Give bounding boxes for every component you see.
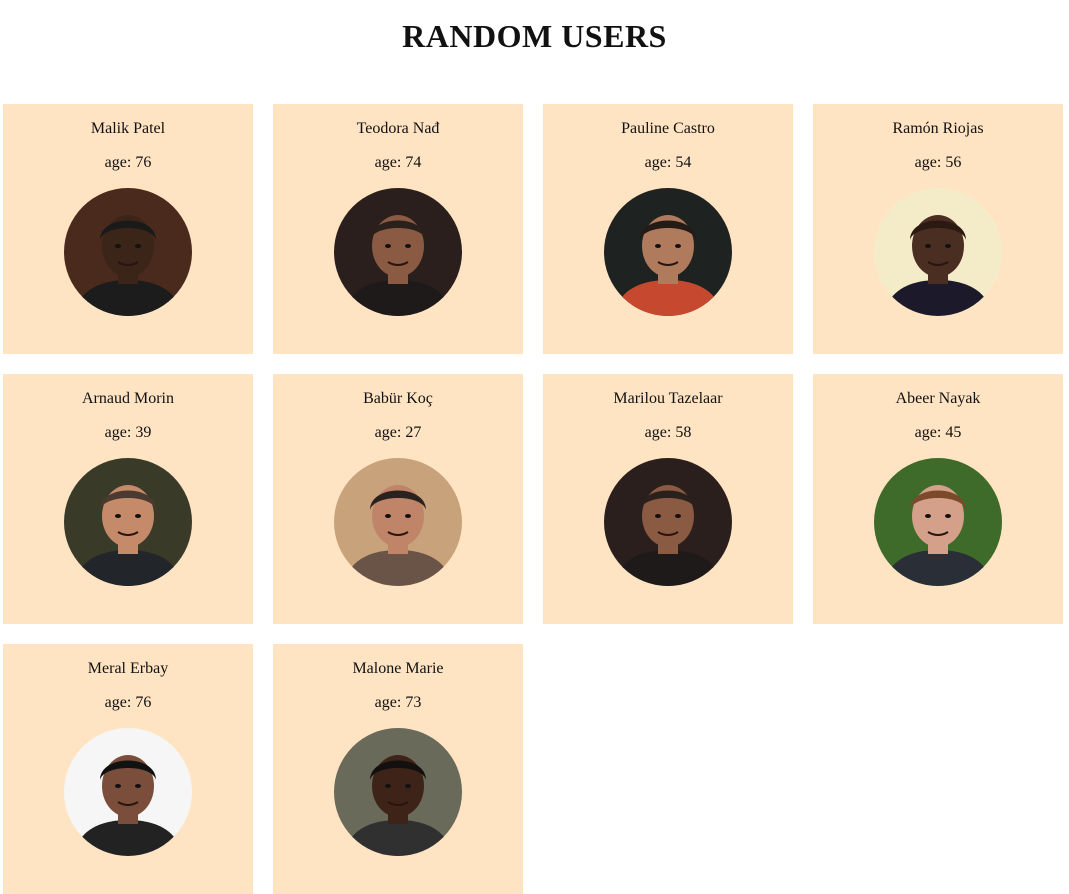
user-age: age: 74 [374,154,422,171]
avatar [334,188,462,316]
user-name: Pauline Castro [621,120,715,137]
page-title: RANDOM USERS [402,18,667,54]
user-card: Meral Erbay age: 76 [3,644,253,894]
avatar [874,458,1002,586]
user-age: age: 39 [104,424,152,441]
user-card: Malone Marie age: 73 [273,644,523,894]
avatar [334,458,462,586]
user-age: age: 76 [104,154,152,171]
user-card: Abeer Nayak age: 45 [813,374,1063,624]
user-name: Teodora Nađ [356,120,440,137]
user-card: Arnaud Morin age: 39 [3,374,253,624]
user-name: Babür Koç [363,390,433,407]
avatar [64,728,192,856]
avatar [64,458,192,586]
user-name: Abeer Nayak [895,390,981,407]
user-card: Ramón Riojas age: 56 [813,104,1063,354]
avatar [604,188,732,316]
user-card: Teodora Nađ age: 74 [273,104,523,354]
user-age: age: 54 [644,154,692,171]
user-grid: Malik Patel age: 76 Teodora Nađ age: 74 Paul… [3,104,1069,894]
user-age: age: 27 [374,424,422,441]
user-age: age: 45 [914,424,962,441]
user-card: Malik Patel age: 76 [3,104,253,354]
user-card: Pauline Castro age: 54 [543,104,793,354]
avatar [64,188,192,316]
user-name: Malik Patel [90,120,166,137]
avatar [334,728,462,856]
user-name: Malone Marie [352,660,444,677]
user-age: age: 73 [374,694,422,711]
user-card: Marilou Tazelaar age: 58 [543,374,793,624]
user-name: Arnaud Morin [82,390,174,407]
avatar [874,188,1002,316]
user-age: age: 56 [914,154,962,171]
user-name: Ramón Riojas [892,120,984,137]
user-name: Meral Erbay [87,660,169,677]
user-age: age: 58 [644,424,692,441]
avatar [604,458,732,586]
user-card: Babür Koç age: 27 [273,374,523,624]
user-name: Marilou Tazelaar [613,390,723,407]
user-age: age: 76 [104,694,152,711]
